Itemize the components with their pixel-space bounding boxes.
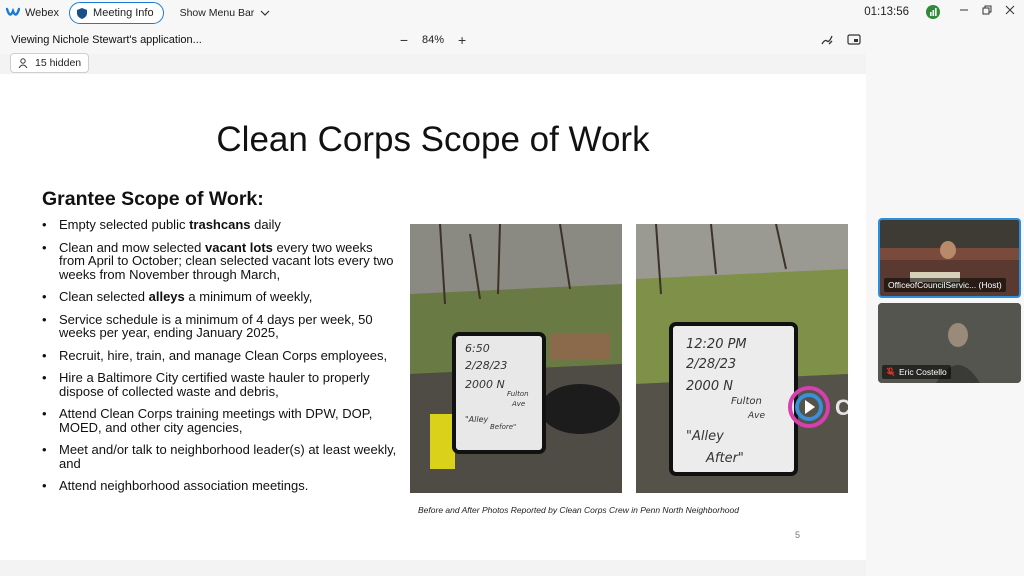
participant-name: Eric Costello (899, 367, 947, 377)
webex-logo-icon (6, 7, 20, 16)
after-board-line1: 12:20 PM (686, 337, 747, 352)
bullet-text-tail: a minimum of weekly, (184, 289, 313, 304)
bullet-emphasis: alleys (148, 289, 185, 304)
bullet-text-tail: daily (250, 217, 281, 232)
participant-name-tag: Eric Costello (882, 365, 951, 379)
scope-bullet-item: Hire a Baltimore City certified waste ha… (42, 371, 402, 398)
zoom-out-button[interactable]: − (398, 32, 410, 48)
bullet-emphasis: trashcans (189, 217, 251, 232)
shield-icon (77, 7, 88, 19)
after-board-line7: After" (705, 451, 744, 466)
annotate-icon[interactable] (820, 33, 834, 47)
section-heading: Grantee Scope of Work: (42, 188, 264, 210)
bullet-text: Hire a Baltimore City certified waste ha… (59, 370, 370, 399)
before-board-line6: "Alley (465, 415, 489, 424)
show-menu-bar-button[interactable]: Show Menu Bar (180, 7, 271, 19)
participant-name-tag: OfficeofCouncilServic... (Host) (884, 278, 1006, 292)
after-board-line3: 2000 N (686, 379, 733, 394)
bottom-strip (0, 560, 866, 576)
scope-bullet-item: Attend neighborhood association meetings… (42, 479, 402, 493)
bullet-text: Empty selected public (59, 217, 190, 232)
zoom-level: 84% (422, 34, 445, 46)
meeting-info-label: Meeting Info (93, 7, 154, 19)
page-number: 5 (795, 530, 801, 540)
close-icon[interactable] (1003, 4, 1017, 18)
photo-caption: Before and After Photos Reported by Clea… (418, 505, 739, 515)
viewing-status: Viewing Nichole Stewart's application... (11, 34, 202, 46)
before-board-line5: Ave (511, 400, 525, 408)
webex-brand: Webex (6, 7, 59, 19)
scope-bullet-item: Clean and mow selected vacant lots every… (42, 240, 402, 282)
after-photo: 12:20 PM 2/28/23 2000 N Fulton Ave "Alle… (636, 224, 848, 493)
app-name: Webex (25, 7, 60, 19)
bullet-text: Meet and/or talk to neighborhood leader(… (59, 442, 397, 471)
title-bar: Webex Meeting Info Show Menu Bar 01:13:5… (0, 0, 1024, 26)
zoom-in-button[interactable]: + (456, 32, 468, 48)
after-board-line6: "Alley (686, 429, 724, 444)
before-board-line4: Fulton (507, 390, 529, 398)
before-board-line1: 6:50 (465, 342, 490, 355)
before-board-line7: Before" (490, 423, 516, 431)
hidden-participants-button[interactable]: 15 hidden (10, 53, 90, 73)
show-menu-bar-label: Show Menu Bar (179, 7, 255, 19)
scope-bullet-list: Empty selected public trashcans daily Cle… (42, 218, 402, 502)
chevron-down-icon (260, 10, 270, 16)
before-board-line2: 2/28/23 (465, 359, 507, 372)
popout-icon[interactable] (847, 33, 861, 47)
scope-bullet-item: Attend Clean Corps training meetings wit… (42, 407, 402, 434)
scope-bullet-item: Service schedule is a minimum of 4 days … (42, 311, 402, 340)
bullet-text: Recruit, hire, train, and manage Clean C… (59, 347, 388, 363)
hidden-count: 15 hidden (35, 57, 82, 69)
restore-icon[interactable] (980, 4, 994, 18)
after-board-line2: 2/28/23 (686, 357, 736, 372)
bullet-text: Attend Clean Corps training meetings wit… (59, 406, 373, 435)
participant-video-host[interactable]: OfficeofCouncilServic... (Host) (878, 218, 1021, 298)
scope-bullet-item: Empty selected public trashcans daily (42, 218, 402, 232)
scope-bullet-item: Clean selected alleys a minimum of weekl… (42, 290, 402, 304)
meeting-timer: 01:13:56 (864, 6, 909, 18)
shared-content-area: Clean Corps Scope of Work Grantee Scope … (0, 74, 866, 560)
participant-video-eric[interactable]: Eric Costello (878, 303, 1021, 383)
after-board-line4: Fulton (731, 396, 762, 407)
participant-name: OfficeofCouncilServic... (Host) (888, 280, 1002, 290)
share-toolbar: Viewing Nichole Stewart's application...… (0, 26, 1024, 54)
slide-title: Clean Corps Scope of Work (216, 120, 650, 159)
bullet-text: Clean selected (59, 289, 149, 304)
person-icon (18, 58, 28, 68)
bullet-text: Attend neighborhood association meetings… (59, 478, 309, 493)
scope-bullet-item: Meet and/or talk to neighborhood leader(… (42, 443, 402, 470)
scope-bullet-item: Recruit, hire, train, and manage Clean C… (42, 347, 402, 363)
before-board-line3: 2000 N (465, 378, 505, 391)
network-signal-icon[interactable] (926, 5, 940, 19)
meeting-info-button[interactable]: Meeting Info (69, 2, 164, 24)
after-board-line5: Ave (747, 411, 765, 421)
muted-mic-icon (886, 367, 895, 377)
minimize-icon[interactable] (957, 4, 971, 18)
bullet-text: Service schedule is a minimum of 4 days … (59, 311, 373, 340)
zoom-controls: − 84% + (398, 32, 468, 48)
before-photo: 6:50 2/28/23 2000 N Fulton Ave "Alley Be… (410, 224, 622, 493)
